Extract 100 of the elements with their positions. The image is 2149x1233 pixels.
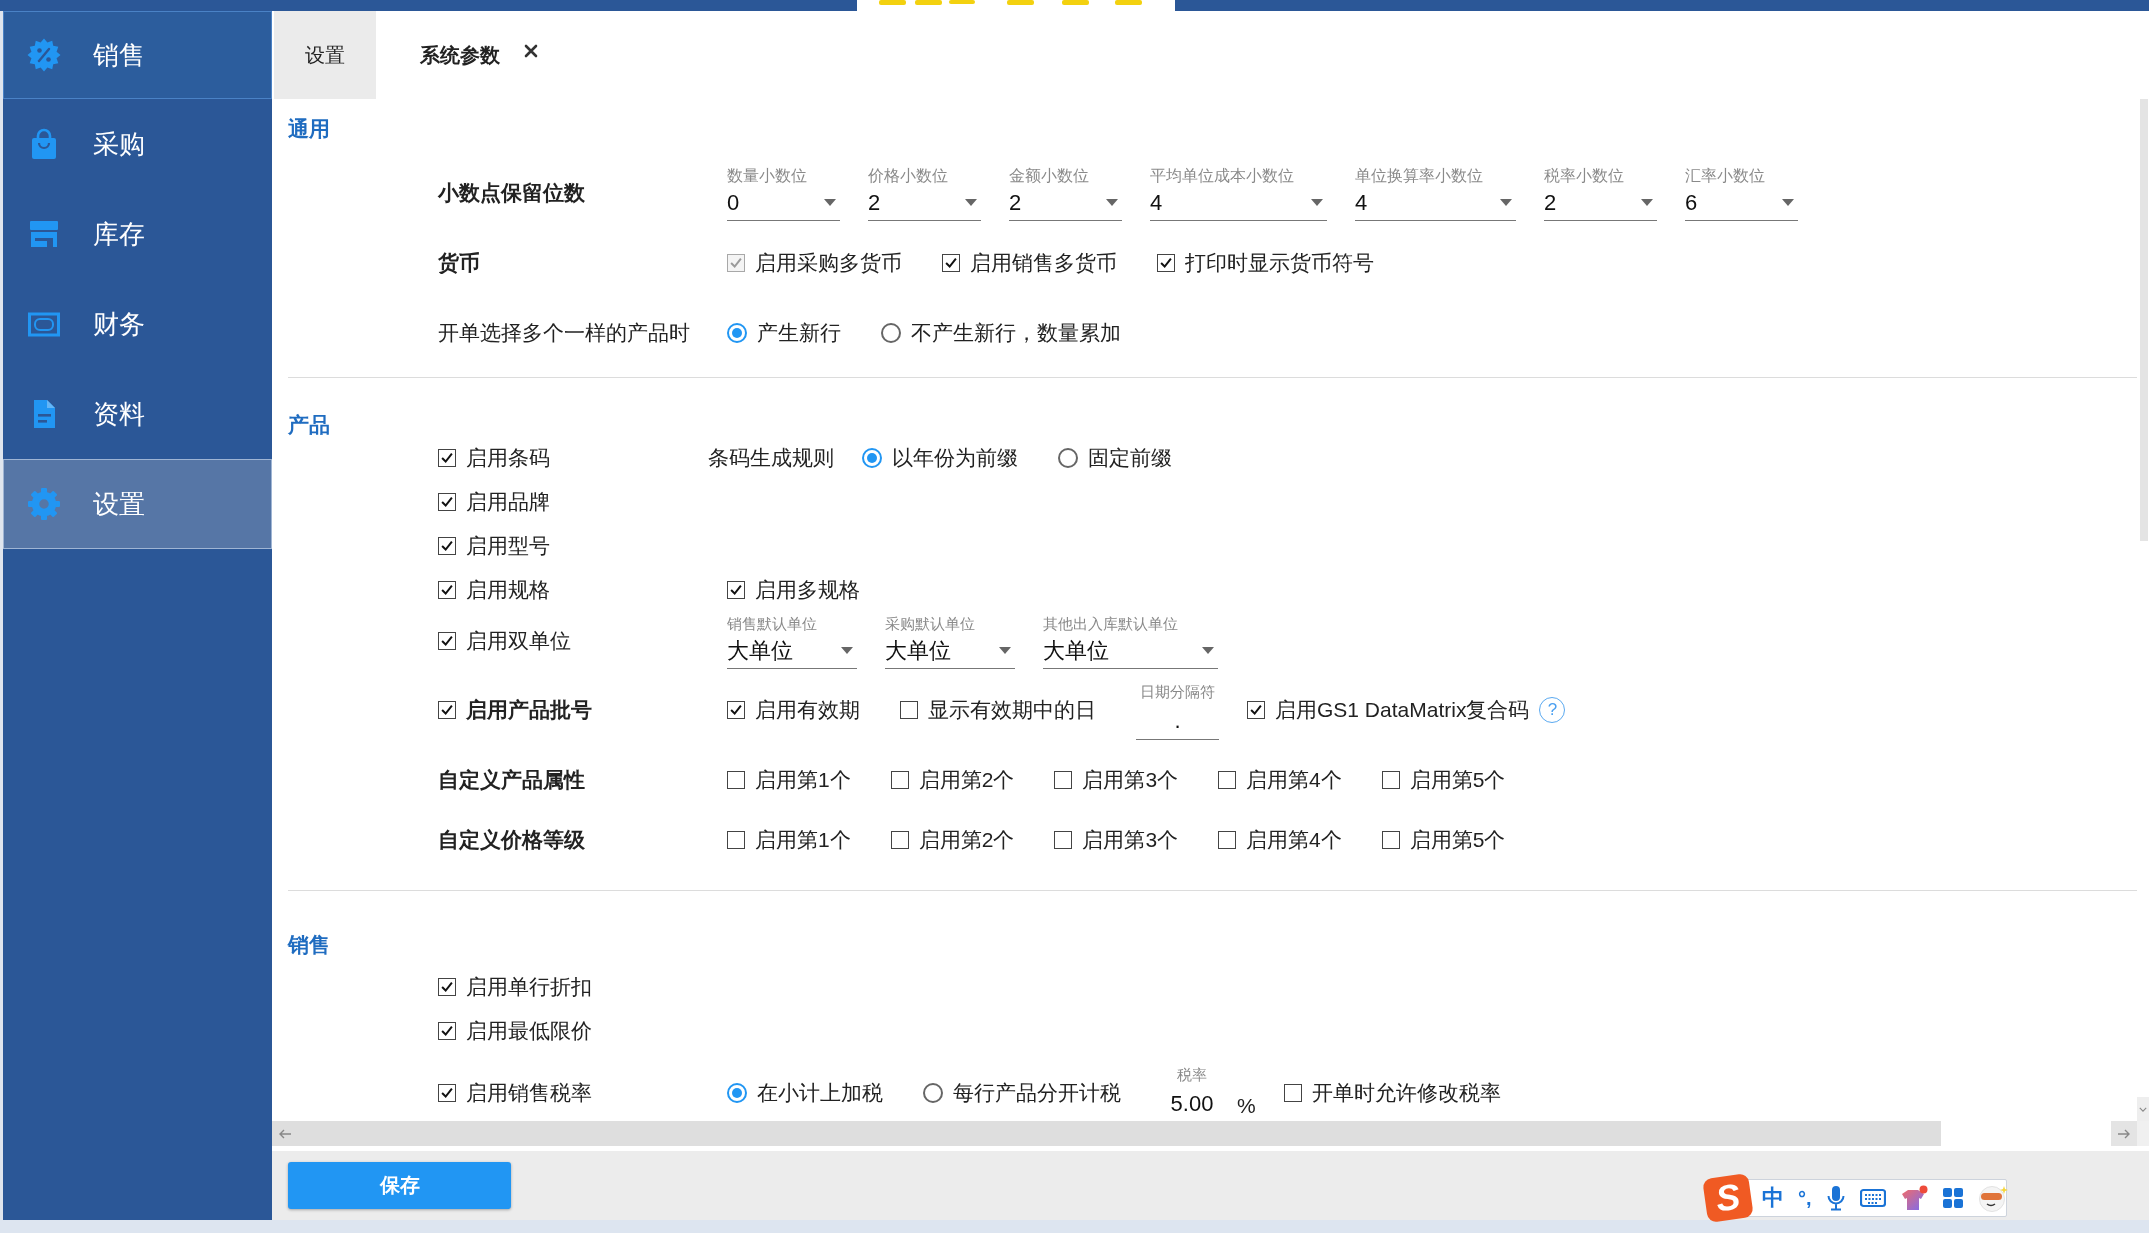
input-mode-toggle[interactable]: 中 [1762,1183,1784,1213]
sidebar-item[interactable]: 库存 [3,189,272,279]
checkbox[interactable] [438,978,456,996]
caret-icon [999,647,1011,654]
scrollbar-thumb[interactable] [2140,99,2148,541]
checkbox[interactable] [1218,831,1237,849]
tab[interactable]: 设置 [274,11,376,99]
setting-label: 自定义产品属性 [438,767,585,793]
dropdown-field[interactable]: 汇率小数位 6 [1685,165,1798,221]
checkbox[interactable] [1283,1084,1302,1102]
checkbox[interactable] [438,581,456,599]
dropdown-field[interactable]: 数量小数位 0 [727,165,840,221]
checkbox[interactable] [727,771,745,789]
checkbox[interactable] [727,831,745,849]
field-label: 税率小数位 [1544,165,1625,186]
checkbox-label: 打印时显示货币符号 [1185,250,1374,276]
checkbox-label: 启用第3个 [1082,767,1179,793]
checkbox[interactable] [438,449,456,467]
checkbox[interactable] [1157,254,1175,272]
checkbox-label: 启用多规格 [755,577,860,603]
radio-button[interactable] [862,448,882,468]
dropdown-field[interactable]: 采购默认单位 大单位 [885,613,1015,669]
sidebar-item[interactable]: 资料 [3,369,272,459]
checkbox[interactable] [1381,831,1400,849]
shirt-icon[interactable] [1899,1185,1928,1211]
field-value: 2 [868,189,881,216]
checkbox[interactable] [438,493,456,511]
checkbox[interactable] [1054,831,1073,849]
checkbox[interactable] [438,1022,456,1040]
checkbox-label: 启用产品批号 [466,697,592,723]
checkbox[interactable] [438,701,456,719]
keyboard-icon[interactable] [1859,1188,1886,1208]
checkbox-label: 启用销售多货币 [970,250,1117,276]
checkbox[interactable] [438,537,456,555]
sidebar-item[interactable]: 设置 [3,459,272,549]
apps-grid-icon[interactable] [1941,1187,1964,1209]
sidebar-item[interactable]: 财务 [3,279,272,369]
radio-button[interactable] [727,323,747,343]
radio-button[interactable] [1058,448,1078,468]
checkbox[interactable] [890,771,909,789]
checkbox[interactable] [900,701,918,719]
dropdown-field[interactable]: 平均单位成本小数位 4 [1150,165,1327,221]
field-value: 2 [1009,189,1022,216]
punctuation-toggle[interactable]: °, [1798,1186,1812,1210]
dropdown-field[interactable]: 价格小数位 2 [868,165,981,221]
checkbox-label: 启用GS1 DataMatrix复合码 [1275,697,1530,723]
setting-label: 开单选择多个一样的产品时 [438,320,690,346]
field-value: 0 [727,189,740,216]
checkbox[interactable] [438,632,456,650]
sidebar-item[interactable]: 采购 [3,99,272,189]
close-icon[interactable] [524,44,538,58]
checkbox[interactable] [1381,771,1400,789]
radio-button[interactable] [727,1083,747,1103]
text-field[interactable]: 日期分隔符 . [1136,680,1219,740]
checkbox-label: 启用型号 [466,533,550,559]
checkbox-label: 启用第3个 [1082,827,1179,853]
checkbox[interactable] [942,254,960,272]
checkbox-label: 启用第1个 [755,767,851,793]
section-title: 通用 [288,117,330,141]
radio-button[interactable] [881,323,901,343]
setting-label: 货币 [438,250,480,276]
checkbox-label: 开单时允许修改税率 [1311,1080,1501,1106]
dropdown-field[interactable]: 销售默认单位 大单位 [727,613,857,669]
field-value: 6 [1685,189,1698,216]
checkbox-label: 启用规格 [466,577,550,603]
sidebar-item[interactable]: 销售 [3,11,272,99]
checkbox[interactable] [1054,771,1073,789]
checkbox-label: 启用第4个 [1246,767,1342,793]
checkbox[interactable] [1247,701,1265,719]
field-value: 4 [1150,189,1163,216]
checkbox[interactable] [727,581,745,599]
caret-icon [1106,199,1118,206]
dropdown-field[interactable]: 金额小数位 2 [1009,165,1122,221]
checkbox[interactable] [438,1084,456,1102]
dropdown-field[interactable]: 其他出入库默认单位 大单位 [1043,613,1218,669]
checkbox-label: 启用销售税率 [466,1080,592,1106]
checkbox-label: 启用第1个 [755,827,851,853]
checkbox-label: 启用最低限价 [466,1018,592,1044]
checkbox-label: 启用第2个 [918,767,1015,793]
arrow-right-icon [2117,1128,2131,1139]
caret-icon [824,199,836,206]
dropdown-field[interactable]: 单位换算率小数位 4 [1355,165,1516,221]
field-value: 大单位 [1043,636,1109,665]
field-label: 金额小数位 [1009,165,1090,186]
field-label: 数量小数位 [727,165,808,186]
radio-button[interactable] [923,1083,943,1103]
mascot-icon[interactable] [1977,1184,2008,1212]
checkbox-label: 启用条码 [466,445,550,471]
caret-icon [965,199,977,206]
dropdown-field[interactable]: 税率小数位 2 [1544,165,1657,221]
caret-icon [1782,199,1794,206]
section-title: 销售 [288,933,330,957]
checkbox[interactable] [1218,771,1237,789]
checkbox[interactable] [890,831,909,849]
checkbox-label: 启用品牌 [466,489,550,515]
radio-label: 每行产品分开计税 [953,1080,1121,1106]
microphone-icon[interactable] [1825,1185,1846,1211]
settings-icon [27,487,61,521]
checkbox[interactable] [727,701,745,719]
scrollbar-thumb[interactable] [298,1121,1941,1146]
